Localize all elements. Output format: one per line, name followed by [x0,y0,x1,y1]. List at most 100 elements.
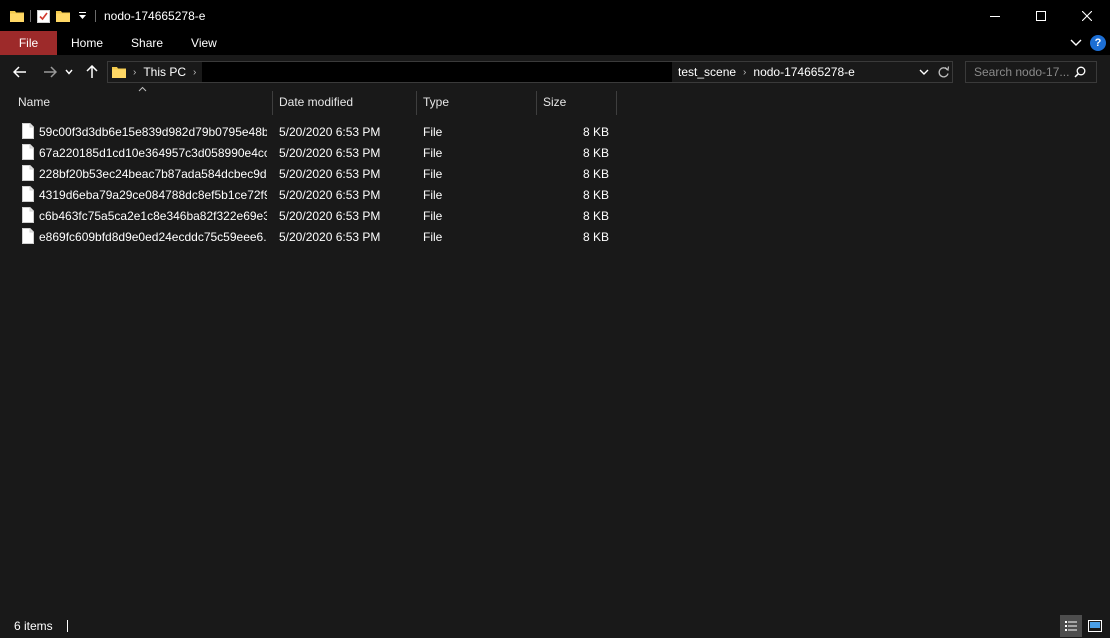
file-row[interactable]: c6b463fc75a5ca2e1c8e346ba82f322e69e3... … [0,205,1110,226]
column-headers: Name Date modified Type Size [0,89,1110,115]
window-controls [972,0,1110,31]
up-button[interactable] [80,60,104,84]
window-title: nodo-174665278-e [104,8,206,23]
column-header-type[interactable]: Type [417,89,536,115]
file-row[interactable]: 4319d6eba79a29ce084788dc8ef5b1ce72f9... … [0,184,1110,205]
navigation-bar: › This PC › test_scene › nodo-174665278-… [0,55,1110,89]
toolbar-separator [30,9,31,22]
file-type: File [423,208,443,223]
properties-icon[interactable] [37,9,50,23]
file-date-modified: 5/20/2020 6:53 PM [279,208,381,223]
tab-file[interactable]: File [0,31,57,55]
address-input[interactable] [202,62,672,82]
up-arrow-icon [86,65,98,78]
file-date-modified: 5/20/2020 6:53 PM [279,187,381,202]
file-row[interactable]: 67a220185d1cd10e364957c3d058990e4cc... 5… [0,142,1110,163]
chevron-right-icon[interactable]: › [743,67,746,78]
recent-locations-button[interactable] [62,60,76,84]
file-name[interactable]: e869fc609bfd8d9e0ed24ecddc75c59eee6... [39,226,267,247]
minimize-button[interactable] [972,0,1018,31]
file-size: 8 KB [582,166,609,181]
back-button[interactable] [8,60,32,84]
column-divider[interactable] [616,91,617,115]
breadcrumb-this-pc[interactable]: This PC [143,65,186,79]
file-name[interactable]: c6b463fc75a5ca2e1c8e346ba82f322e69e3... [39,205,267,226]
customize-toolbar-icon[interactable] [78,11,87,20]
details-view-icon [1065,621,1077,631]
chevron-right-icon[interactable]: › [133,67,136,78]
file-explorer-window: nodo-174665278-e File Home Share View ? [0,0,1110,638]
file-date-modified: 5/20/2020 6:53 PM [279,145,381,160]
search-icon[interactable] [1074,66,1086,78]
breadcrumb-current-folder[interactable]: nodo-174665278-e [753,65,854,79]
file-date-modified: 5/20/2020 6:53 PM [279,229,381,244]
file-type: File [423,124,443,139]
minimize-icon [990,15,1000,17]
file-type: File [423,229,443,244]
file-size: 8 KB [582,145,609,160]
file-size: 8 KB [582,208,609,223]
search-box[interactable] [965,61,1097,83]
address-bar[interactable]: › This PC › test_scene › nodo-174665278-… [107,61,953,83]
file-icon [22,144,34,160]
file-row[interactable]: e869fc609bfd8d9e0ed24ecddc75c59eee6... 5… [0,226,1110,247]
large-icons-view-button[interactable] [1084,615,1106,637]
file-type: File [423,187,443,202]
file-list: 59c00f3d3db6e15e839d982d79b0795e48b... 5… [0,121,1110,247]
file-name[interactable]: 59c00f3d3db6e15e839d982d79b0795e48b... [39,121,267,142]
close-button[interactable] [1064,0,1110,31]
close-icon [1082,10,1092,21]
tab-share[interactable]: Share [117,31,177,55]
maximize-icon [1036,10,1046,21]
ribbon-tabs: File Home Share View ? [0,31,1110,55]
file-icon [22,165,34,181]
title-bar: nodo-174665278-e [0,0,1110,31]
file-type: File [423,166,443,181]
search-input[interactable] [966,63,1074,81]
tab-home[interactable]: Home [57,31,117,55]
expand-ribbon-icon[interactable] [1070,39,1082,47]
chevron-down-icon[interactable] [919,69,929,76]
maximize-button[interactable] [1018,0,1064,31]
large-icons-view-icon [1088,620,1102,632]
view-switcher [1060,614,1106,638]
tab-view[interactable]: View [177,31,231,55]
status-bar: 6 items [0,614,1110,638]
forward-arrow-icon [44,66,57,78]
file-row[interactable]: 59c00f3d3db6e15e839d982d79b0795e48b... 5… [0,121,1110,142]
new-folder-icon[interactable] [56,10,70,22]
forward-button[interactable] [38,60,62,84]
file-size: 8 KB [582,187,609,202]
file-size: 8 KB [582,229,609,244]
column-header-name[interactable]: Name [12,89,272,115]
file-name[interactable]: 228bf20b53ec24beac7b87ada584dcbec9d... [39,163,267,184]
status-divider [66,620,68,632]
file-icon [22,207,34,223]
breadcrumb-current: test_scene › nodo-174665278-e [678,62,855,82]
toolbar-separator [95,9,96,22]
column-header-date-modified[interactable]: Date modified [273,89,416,115]
file-size: 8 KB [582,124,609,139]
file-date-modified: 5/20/2020 6:53 PM [279,166,381,181]
file-name[interactable]: 4319d6eba79a29ce084788dc8ef5b1ce72f9... [39,184,267,205]
column-header-size[interactable]: Size [537,89,616,115]
back-arrow-icon [13,66,26,78]
quick-access-toolbar [0,0,102,31]
breadcrumb: › This PC › [108,62,203,82]
folder-icon[interactable] [10,10,24,22]
help-icon[interactable]: ? [1090,35,1106,51]
file-date-modified: 5/20/2020 6:53 PM [279,124,381,139]
file-type: File [423,145,443,160]
refresh-icon[interactable] [937,65,950,79]
file-name[interactable]: 67a220185d1cd10e364957c3d058990e4cc... [39,142,267,163]
file-icon [22,123,34,139]
chevron-down-icon [65,69,73,75]
folder-icon [112,67,126,78]
chevron-right-icon[interactable]: › [193,67,196,78]
file-row[interactable]: 228bf20b53ec24beac7b87ada584dcbec9d... 5… [0,163,1110,184]
breadcrumb-test-scene[interactable]: test_scene [678,65,736,79]
details-view-button[interactable] [1060,615,1082,637]
ribbon-controls: ? [1070,31,1106,55]
file-icon [22,186,34,202]
item-count: 6 items [14,619,53,633]
